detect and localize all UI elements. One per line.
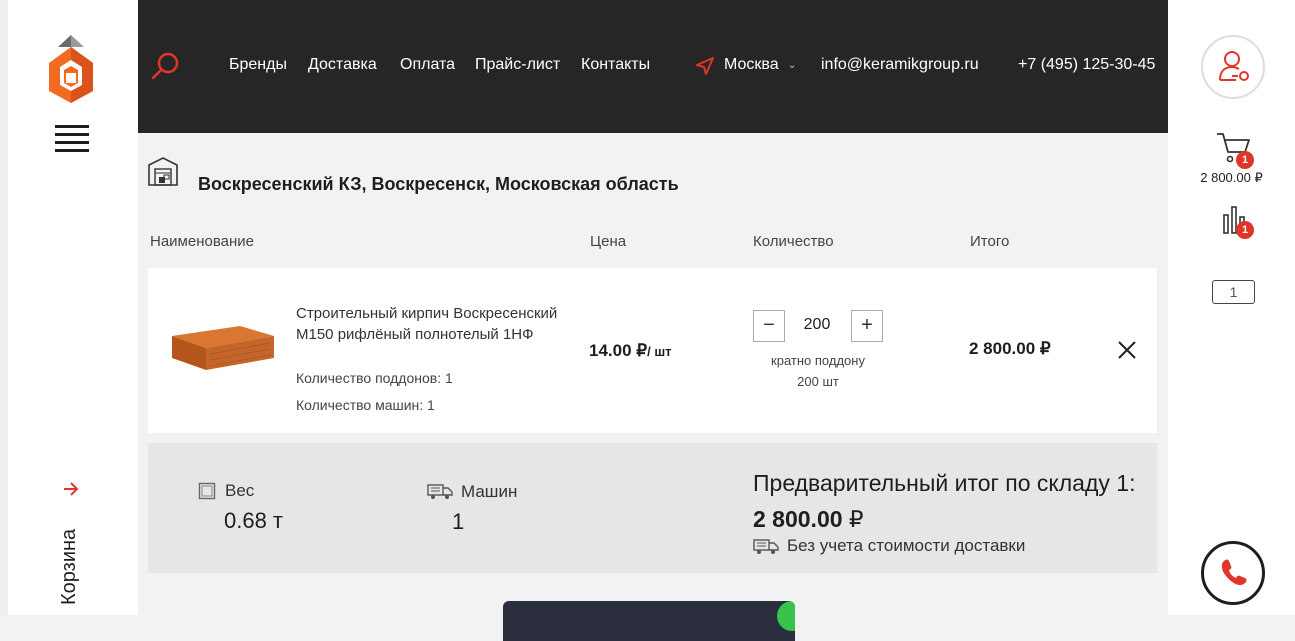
- weight-label: Вес: [225, 481, 255, 500]
- pallet-count: Количество поддонов: 1: [296, 370, 453, 386]
- weight-value: 0.68 т: [224, 508, 284, 533]
- profile-button[interactable]: [1201, 35, 1265, 99]
- quantity-decrease-button[interactable]: −: [753, 310, 785, 342]
- column-header-price: Цена: [590, 233, 627, 250]
- top-header: [138, 0, 1168, 133]
- chevron-down-icon[interactable]: ⌄: [788, 60, 796, 71]
- checkout-accent: [777, 601, 795, 631]
- truck-count: Количество машин: 1: [296, 397, 435, 413]
- checkout-button[interactable]: [503, 601, 795, 641]
- subtotal-currency: ₽: [848, 506, 864, 532]
- subtotal-label: Предварительный итог по складу 1:: [753, 470, 1136, 496]
- nav-item-delivery[interactable]: Доставка: [308, 56, 377, 74]
- column-header-quantity: Количество: [753, 233, 834, 250]
- product-name[interactable]: Строительный кирпич Воскресенский М150 р…: [296, 303, 586, 345]
- phone-link[interactable]: +7 (495) 125-30-45: [1018, 56, 1155, 74]
- product-image[interactable]: [168, 314, 278, 374]
- location-arrow-icon[interactable]: [695, 56, 715, 76]
- trucks-value: 1: [452, 509, 465, 534]
- menu-icon[interactable]: [55, 125, 89, 153]
- row-total: 2 800.00 ₽: [969, 339, 1051, 358]
- phone-icon: [1221, 559, 1247, 586]
- quantity-note-multiple: кратно поддону: [771, 353, 865, 368]
- cart-count-badge: 1: [1236, 151, 1254, 169]
- user-key-icon: [1219, 51, 1249, 81]
- quantity-note: кратно поддону 200 шт: [752, 350, 884, 392]
- column-header-total: Итого: [970, 233, 1010, 250]
- quantity-input[interactable]: 200: [788, 316, 846, 334]
- unit-price-value: 14.00 ₽: [589, 341, 648, 360]
- city-select[interactable]: Москва: [724, 56, 779, 74]
- unit-price-unit: / шт: [647, 344, 672, 359]
- sidebar-edge: [0, 0, 8, 615]
- remove-item-icon[interactable]: [1116, 339, 1138, 361]
- compare-count-badge: 1: [1236, 221, 1254, 239]
- warehouse-icon: [148, 157, 178, 186]
- weight-icon: [198, 482, 216, 500]
- trucks-label: Машин: [461, 482, 518, 501]
- warehouse-title: Воскресенский КЗ, Воскресенск, Московска…: [198, 174, 679, 194]
- email-link[interactable]: info@keramikgroup.ru: [821, 56, 979, 74]
- subtotal-value: 2 800.00: [753, 506, 843, 532]
- subtotal: Предварительный итог по складу 1: 2 800.…: [753, 465, 1153, 537]
- nav-item-contacts[interactable]: Контакты: [581, 56, 650, 74]
- logo-icon[interactable]: [44, 33, 98, 103]
- quantity-note-pieces: 200 шт: [797, 374, 839, 389]
- delivery-note: Без учета стоимости доставки: [787, 536, 1026, 555]
- nav-item-pricelist[interactable]: Прайс-лист: [475, 56, 560, 74]
- arrow-right-icon[interactable]: [62, 480, 80, 498]
- quantity-increase-button[interactable]: +: [851, 310, 883, 342]
- column-header-name: Наименование: [150, 233, 254, 250]
- nav-item-payment[interactable]: Оплата: [400, 56, 455, 74]
- search-icon[interactable]: [150, 50, 182, 82]
- cart-total[interactable]: 2 800.00 ₽: [1168, 170, 1295, 186]
- cart-side-label[interactable]: Корзина: [58, 529, 81, 605]
- nav-item-brands[interactable]: Бренды: [229, 56, 287, 74]
- unit-price: 14.00 ₽/ шт: [589, 341, 672, 361]
- page-indicator[interactable]: 1: [1212, 280, 1255, 304]
- call-button[interactable]: [1201, 541, 1265, 605]
- delivery-truck-icon: [753, 539, 779, 554]
- truck-icon: [427, 484, 453, 499]
